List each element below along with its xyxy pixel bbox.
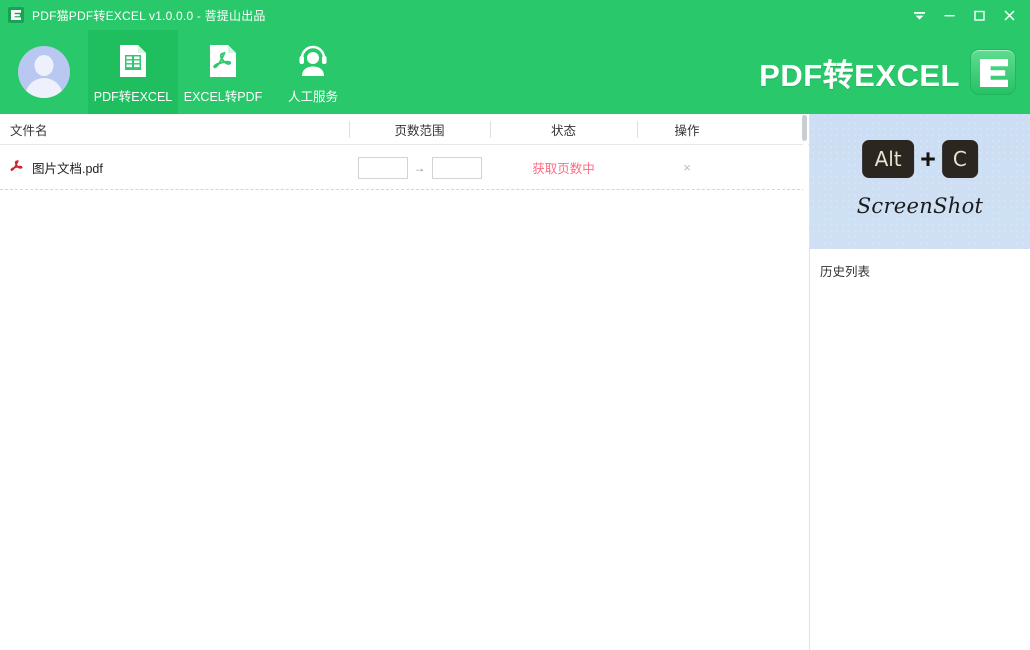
- app-icon: [8, 7, 24, 23]
- tab-label: 人工服务: [287, 90, 338, 104]
- tab-label: EXCEL转PDF: [183, 90, 263, 104]
- file-list-header: 文件名 页数范围 状态 操作: [0, 114, 809, 145]
- status-badge: 获取页数中: [532, 162, 595, 176]
- scrollbar-thumb[interactable]: [802, 115, 807, 141]
- main-toolbar: PDF转EXCEL EXCEL转PDF 人工服务 PDF转EXCEL: [0, 30, 1030, 114]
- tab-label: PDF转EXCEL: [93, 90, 173, 104]
- brand-logo: PDF转EXCEL: [358, 30, 1030, 114]
- menu-collapse-icon[interactable]: [904, 0, 934, 30]
- alt-key-icon: Alt: [862, 140, 915, 178]
- window-title: PDF猫PDF转EXCEL v1.0.0.0 - 菩提山出品: [32, 8, 266, 23]
- right-sidebar: Alt + C ScreenShot 历史列表: [810, 114, 1030, 650]
- history-list-title: 历史列表: [820, 265, 871, 279]
- column-header-status: 状态: [550, 123, 576, 138]
- column-header-page-range: 页数范围: [394, 123, 445, 138]
- operation-cell: ×: [637, 145, 737, 190]
- brand-logo-text: PDF转EXCEL: [759, 57, 960, 93]
- close-x-icon[interactable]: ×: [683, 161, 691, 174]
- file-list-scrollbar[interactable]: [802, 114, 808, 538]
- ad-caption: ScreenShot: [856, 194, 984, 218]
- spreadsheet-document-icon: [118, 41, 148, 81]
- file-list-panel: 文件名 页数范围 状态 操作 图片文档.pdf → 获取页数中 ×: [0, 114, 810, 650]
- headset-support-icon: [296, 41, 330, 81]
- shortcut-keys: Alt + C: [862, 140, 978, 178]
- close-icon[interactable]: [994, 0, 1024, 30]
- user-avatar-icon[interactable]: [18, 46, 70, 98]
- tab-excel-to-pdf[interactable]: EXCEL转PDF: [178, 30, 268, 114]
- plus-icon: +: [920, 143, 936, 174]
- tab-human-service[interactable]: 人工服务: [268, 30, 358, 114]
- page-range-from-input[interactable]: [357, 156, 408, 179]
- file-name-text: 图片文档.pdf: [32, 162, 103, 176]
- page-range-to-input[interactable]: [431, 156, 482, 179]
- range-arrow-icon: →: [413, 160, 426, 175]
- c-key-icon: C: [941, 140, 978, 178]
- file-name-cell: 图片文档.pdf: [10, 145, 103, 190]
- excel-e-badge-icon: [970, 49, 1016, 95]
- application-window: PDF猫PDF转EXCEL v1.0.0.0 - 菩提山出品 PDF转EXCEL…: [0, 0, 1030, 650]
- column-header-operation: 操作: [674, 123, 700, 138]
- pdf-file-icon: [10, 159, 23, 171]
- tab-pdf-to-excel[interactable]: PDF转EXCEL: [88, 30, 178, 114]
- title-bar: PDF猫PDF转EXCEL v1.0.0.0 - 菩提山出品: [0, 0, 1030, 30]
- table-row[interactable]: 图片文档.pdf → 获取页数中 ×: [0, 145, 809, 190]
- column-header-filename: 文件名: [10, 123, 48, 138]
- maximize-icon[interactable]: [964, 0, 994, 30]
- screenshot-ad-banner[interactable]: Alt + C ScreenShot: [810, 114, 1030, 249]
- minimize-icon[interactable]: [934, 0, 964, 30]
- avatar-container[interactable]: [0, 30, 88, 114]
- page-range-cell: →: [349, 145, 490, 190]
- pdf-document-icon: [208, 41, 238, 81]
